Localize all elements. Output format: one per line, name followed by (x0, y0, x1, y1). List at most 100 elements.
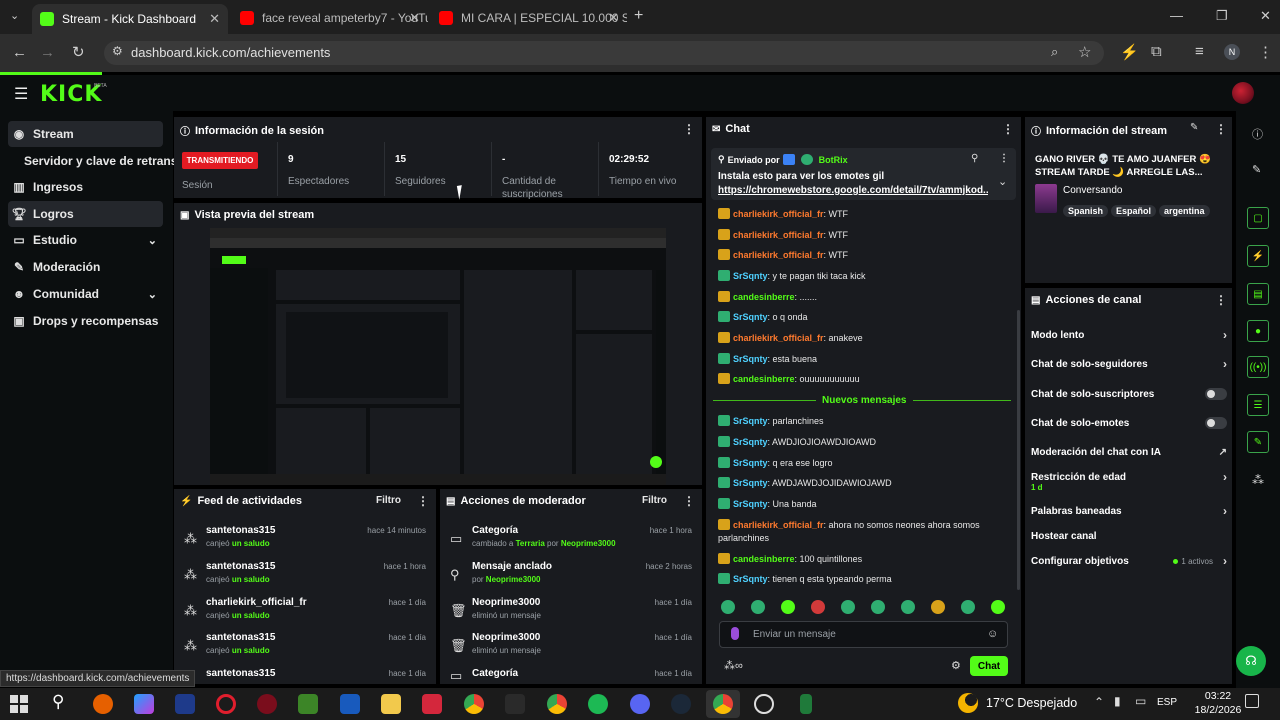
chat-menu-icon[interactable]: ⋮ (1002, 122, 1014, 136)
stream-info-menu-icon[interactable]: ⋮ (1215, 122, 1227, 136)
windows-start-icon[interactable] (10, 695, 28, 713)
emote-icon[interactable] (901, 600, 915, 614)
mod-menu-icon[interactable]: ⋮ (683, 494, 695, 508)
expand-chevron-icon[interactable]: ⌄ (998, 175, 1007, 188)
rail-broadcast-icon[interactable]: ((•)) (1247, 356, 1269, 378)
opera-gx-alt-icon[interactable] (257, 694, 277, 714)
autodesk-icon[interactable] (422, 694, 442, 714)
pinned-bot-name[interactable]: BotRix (819, 155, 848, 165)
tag-chip[interactable]: Español (1111, 205, 1157, 217)
discord-icon[interactable] (630, 694, 650, 714)
close-tab-icon[interactable]: ✕ (608, 10, 619, 26)
chat-username[interactable]: SrSqnty (733, 458, 768, 468)
rail-chat-icon[interactable]: ▢ (1247, 207, 1269, 229)
followers-only-row[interactable]: Chat de solo-seguidores › (1031, 355, 1227, 373)
category-name[interactable]: Conversando (1063, 185, 1122, 196)
extension-7tv-icon[interactable]: ⚡ (1120, 43, 1139, 61)
banned-words-row[interactable]: Palabras baneadas › (1031, 502, 1227, 520)
info-icon[interactable]: ⓘ (1252, 126, 1263, 142)
sidebar-item-ingresos[interactable]: ▥ Ingresos (8, 174, 163, 200)
stream-preview-video[interactable] (210, 228, 666, 485)
green-app-icon[interactable] (800, 694, 812, 714)
mod-filter-button[interactable]: Filtro (642, 495, 667, 506)
feed-user[interactable]: santetonas315 (206, 525, 275, 536)
mod-desc-highlight[interactable]: Terraria (516, 539, 545, 548)
back-icon[interactable]: ← (12, 44, 27, 61)
goals-row[interactable]: Configurar objetivos 1 activos › (1031, 552, 1227, 570)
chat-username[interactable]: SrSqnty (733, 437, 768, 447)
tab-youtube-2[interactable]: MI CARA | ESPECIAL 10.000 SUS ✕ (437, 6, 627, 30)
mod-action-name[interactable]: Neoprime3000 (472, 597, 540, 608)
feed-user[interactable]: charliekirk_official_fr (206, 597, 307, 608)
new-tab-icon[interactable]: + (634, 7, 643, 25)
sidebar-item-drops[interactable]: ▣ Drops y recompensas (8, 308, 163, 334)
pinned-link[interactable]: https://chromewebstore.google.com/detail… (718, 185, 988, 196)
sidebar-item-server-key[interactable]: Servidor y clave de retransmisión (24, 154, 174, 168)
spotify-icon[interactable] (588, 694, 608, 714)
rail-lightning-icon[interactable]: ⚡ (1247, 245, 1269, 267)
emoji-picker-icon[interactable]: ☺ (987, 628, 998, 640)
defender-icon[interactable] (175, 694, 195, 714)
url-text[interactable]: dashboard.kick.com/achievements (131, 45, 330, 60)
chat-username[interactable]: candesinberre (733, 554, 795, 564)
rail-list-icon[interactable]: ☰ (1247, 394, 1269, 416)
emote-icon[interactable] (781, 600, 795, 614)
ai-moderation-row[interactable]: Moderación del chat con IA ↗ (1031, 443, 1227, 461)
minimize-icon[interactable]: — (1170, 8, 1183, 23)
emote-icon[interactable] (811, 600, 825, 614)
channel-actions-menu-icon[interactable]: ⋮ (1215, 293, 1227, 307)
mod-desc-highlight[interactable]: Neoprime3000 (561, 539, 616, 548)
sidebar-item-comunidad[interactable]: ☻ Comunidad ⌄ (8, 281, 163, 307)
edit-pencil-icon[interactable]: ✎ (1190, 122, 1198, 133)
word-icon[interactable] (340, 694, 360, 714)
weather-text[interactable]: 17°C Despejado (986, 696, 1077, 710)
chat-username[interactable]: SrSqnty (733, 574, 768, 584)
emote-icon[interactable] (931, 600, 945, 614)
pinned-menu-icon[interactable]: ⋮ (999, 153, 1009, 164)
emote-icon[interactable] (721, 600, 735, 614)
chat-username[interactable]: charliekirk_official_fr (733, 520, 824, 530)
slow-mode-row[interactable]: Modo lento › (1031, 326, 1227, 344)
chrome-profile-icon[interactable] (547, 694, 567, 714)
chat-username[interactable]: charliekirk_official_fr (733, 250, 824, 260)
tag-chip[interactable]: Spanish (1063, 205, 1109, 217)
chat-username[interactable]: charliekirk_official_fr (733, 333, 824, 343)
language-indicator[interactable]: ESP (1157, 697, 1177, 708)
close-tab-icon[interactable]: ✕ (209, 11, 220, 27)
tab-list-icon[interactable]: ⌄ (10, 9, 19, 22)
firefox-icon[interactable] (93, 694, 113, 714)
host-channel-row[interactable]: Hostear canal (1031, 527, 1227, 545)
close-tab-icon[interactable]: ✕ (409, 10, 420, 26)
chat-username[interactable]: SrSqnty (733, 499, 768, 509)
rail-wrench-icon[interactable]: ✎ (1247, 431, 1269, 453)
chat-username[interactable]: SrSqnty (733, 478, 768, 488)
points-icon[interactable]: ⁂∞ (724, 659, 743, 672)
search-icon[interactable]: ⚲ (52, 692, 64, 712)
forward-icon[interactable]: → (40, 44, 55, 61)
file-explorer-icon[interactable] (381, 694, 401, 714)
feed-user[interactable]: santetonas315 (206, 632, 275, 643)
tag-chip[interactable]: argentina (1159, 205, 1210, 217)
hamburger-menu-icon[interactable]: ☰ (14, 84, 28, 104)
chat-username[interactable]: candesinberre (733, 374, 795, 384)
mod-action-name[interactable]: Neoprime3000 (472, 632, 540, 643)
emote-icon[interactable] (841, 600, 855, 614)
emote-icon[interactable] (961, 600, 975, 614)
mod-desc-highlight[interactable]: Neoprime3000 (486, 575, 541, 584)
opera-gx-icon[interactable] (216, 694, 236, 714)
feed-filter-button[interactable]: Filtro (376, 495, 401, 506)
rail-document-icon[interactable]: ▤ (1247, 283, 1269, 305)
browser-menu-icon[interactable]: ⋮ (1258, 43, 1273, 61)
reload-icon[interactable]: ↻ (72, 43, 85, 61)
sidebar-item-stream[interactable]: ◉ Stream (8, 121, 163, 147)
emote-icon[interactable] (991, 600, 1005, 614)
tab-youtube-1[interactable]: face reveal ampeterby7 - YouTu ✕ (238, 6, 428, 30)
feed-menu-icon[interactable]: ⋮ (417, 494, 429, 508)
zoom-icon[interactable]: ⌕ (1051, 44, 1058, 60)
steam-icon[interactable] (671, 694, 691, 714)
close-window-icon[interactable]: ✕ (1260, 8, 1271, 24)
mic-tray-icon[interactable]: ▮ (1114, 694, 1121, 708)
chat-username[interactable]: SrSqnty (733, 416, 768, 426)
age-restriction-row[interactable]: Restricción de edad › (1031, 468, 1227, 486)
chat-username[interactable]: candesinberre (733, 292, 795, 302)
